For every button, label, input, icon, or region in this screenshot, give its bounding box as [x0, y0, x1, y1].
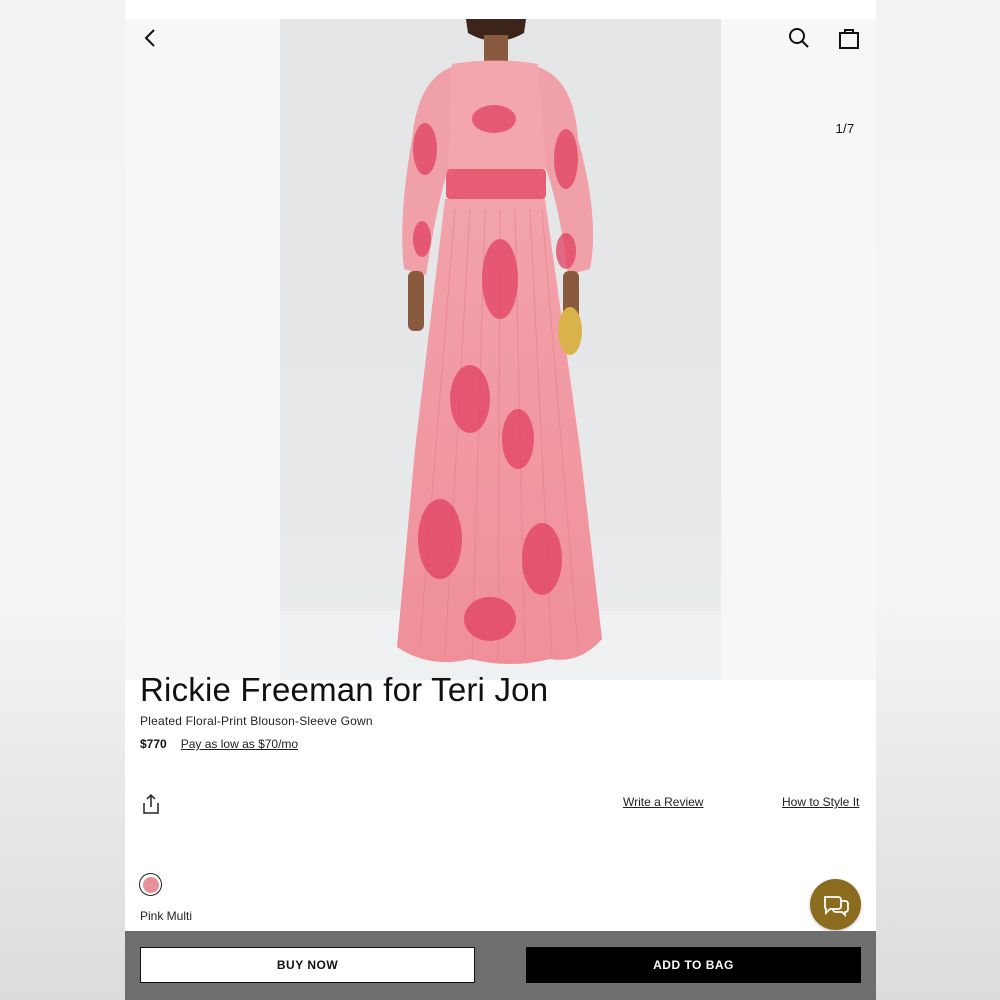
back-icon[interactable] — [137, 25, 163, 51]
chat-button[interactable] — [810, 879, 861, 930]
buy-now-button[interactable]: BUY NOW — [140, 947, 475, 983]
purchase-bar: BUY NOW ADD TO BAG — [125, 931, 876, 1000]
write-review-link[interactable]: Write a Review — [623, 795, 703, 809]
image-counter: 1/7 — [835, 121, 855, 136]
how-to-style-link[interactable]: How to Style It — [782, 795, 859, 809]
model-in-gown-illustration — [280, 19, 721, 680]
share-icon[interactable] — [140, 792, 162, 816]
color-swatch-pink-multi[interactable] — [139, 873, 162, 896]
swatch-fill — [142, 876, 159, 893]
product-image[interactable] — [280, 19, 721, 680]
product-gallery[interactable]: 1/7 — [125, 19, 876, 680]
chat-bubbles-icon — [823, 895, 849, 917]
price-row: $770 Pay as low as $70/mo — [140, 737, 298, 751]
status-strip — [125, 0, 876, 19]
color-label: Pink Multi — [140, 909, 193, 923]
product-page: 1/7 Rickie Freeman for Teri Jon Pleated … — [125, 0, 876, 1000]
shopping-bag-icon[interactable] — [835, 24, 863, 52]
add-to-bag-button[interactable]: ADD TO BAG — [526, 947, 861, 983]
financing-link[interactable]: Pay as low as $70/mo — [181, 737, 298, 751]
brand-name[interactable]: Rickie Freeman for Teri Jon — [140, 671, 548, 709]
product-name: Pleated Floral-Print Blouson-Sleeve Gown — [140, 714, 373, 728]
price: $770 — [140, 737, 167, 751]
search-icon[interactable] — [785, 24, 813, 52]
